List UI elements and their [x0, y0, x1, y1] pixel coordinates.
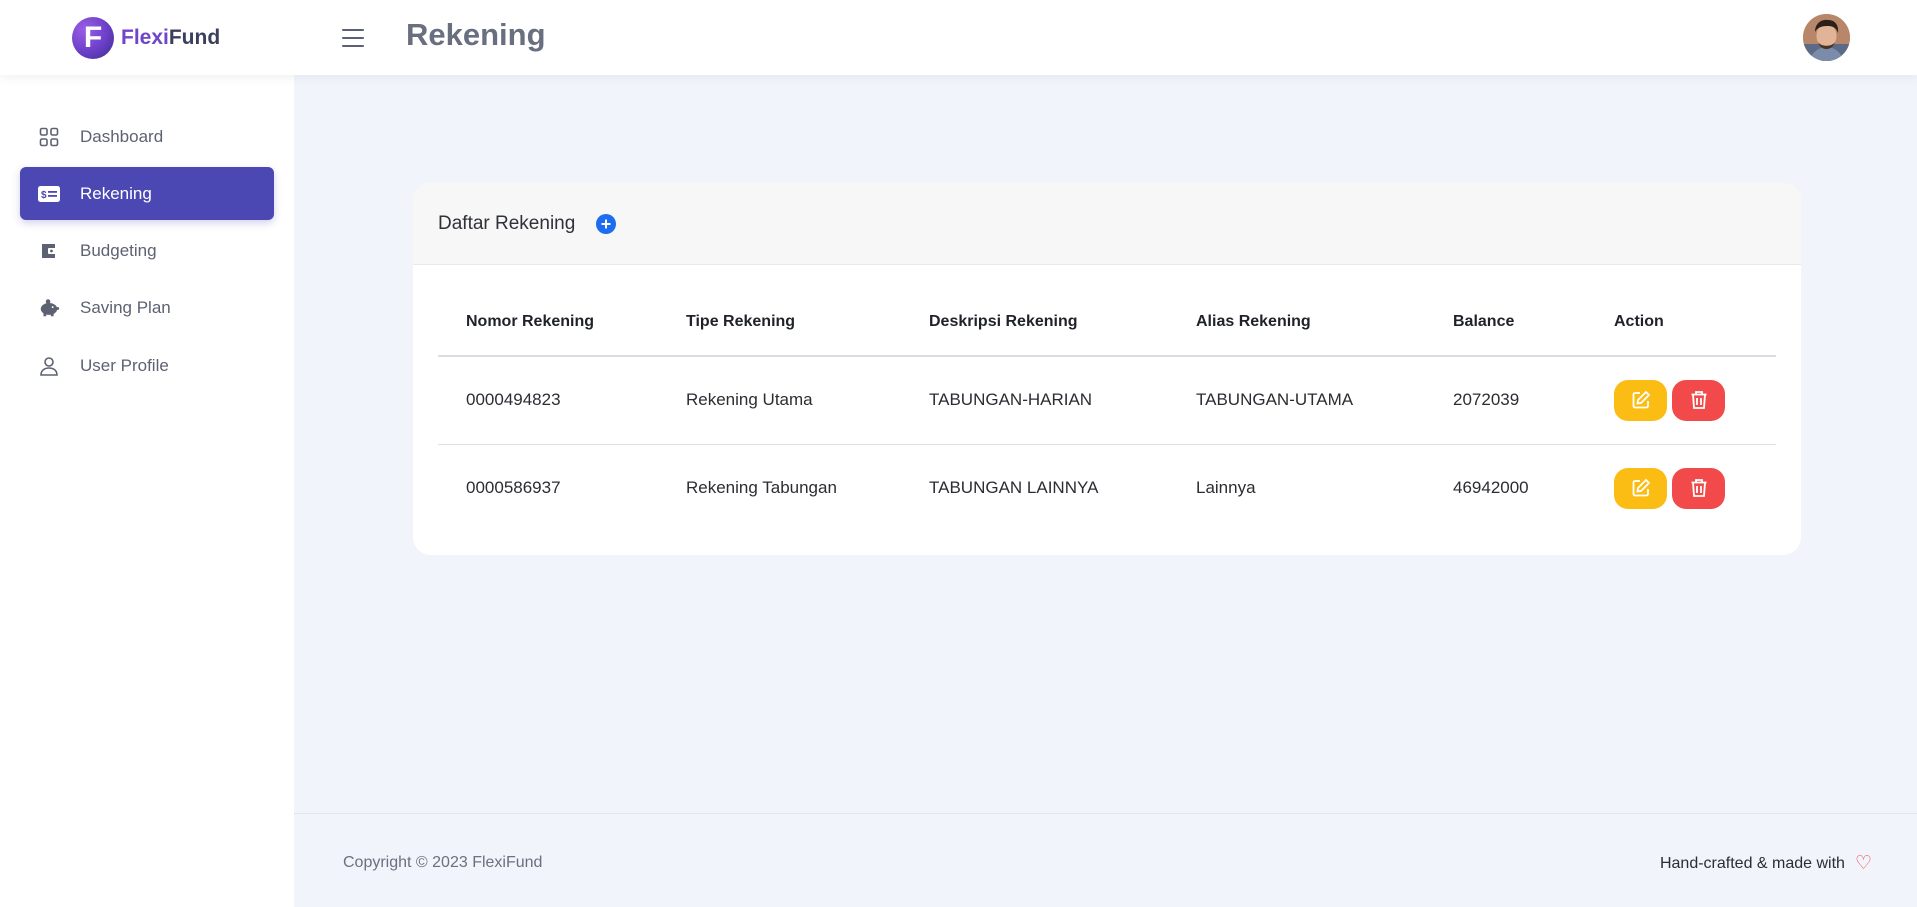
edit-button[interactable] [1614, 467, 1667, 509]
sidebar-item-rekening[interactable]: $ Rekening [20, 167, 274, 220]
footer: Copyright © 2023 FlexiFund Hand-crafted … [294, 813, 1917, 907]
edit-icon [1632, 478, 1650, 497]
column-header: Alias Rekening [1168, 289, 1425, 357]
cell-deskripsi: TABUNGAN LAINNYA [929, 478, 1099, 498]
cell-balance: 2072039 [1425, 356, 1586, 445]
column-header: Deskripsi Rekening [901, 289, 1168, 357]
sidebar-item-budgeting[interactable]: Budgeting [20, 224, 274, 277]
brand[interactable]: F FlexiFund [72, 17, 220, 59]
brand-logo: F [72, 17, 114, 59]
edit-icon [1632, 390, 1650, 409]
column-header: Tipe Rekening [658, 289, 901, 357]
rekening-table: Nomor Rekening Tipe Rekening Deskripsi R… [438, 289, 1776, 532]
table-row: 0000586937 Rekening Tabungan TABUNGAN LA… [438, 444, 1776, 532]
copyright-text: Copyright © 2023 FlexiFund [343, 854, 543, 871]
table-header-row: Nomor Rekening Tipe Rekening Deskripsi R… [438, 289, 1776, 357]
sidebar-item-label: Budgeting [80, 240, 157, 260]
cell-action [1586, 356, 1776, 445]
heart-icon: ♡ [1854, 853, 1872, 874]
table-row: 0000494823 Rekening Utama TABUNGAN-HARIA… [438, 356, 1776, 445]
column-header: Nomor Rekening [438, 289, 658, 357]
cell-alias: TABUNGAN-UTAMA [1168, 356, 1425, 445]
sidebar-item-label: User Profile [80, 355, 169, 375]
trash-icon [1691, 391, 1706, 410]
cell-nomor: 0000586937 [466, 478, 561, 498]
card-header: Daftar Rekening [413, 183, 1801, 265]
add-rekening-button[interactable] [596, 213, 617, 234]
sidebar-item-user-profile[interactable]: User Profile [20, 339, 274, 392]
piggy-bank-icon [38, 297, 60, 319]
plus-icon [601, 219, 611, 228]
user-icon [38, 355, 60, 377]
avatar[interactable] [1803, 14, 1850, 61]
cell-balance: 46942000 [1453, 478, 1529, 498]
cell-tipe: Rekening Utama [658, 356, 901, 445]
column-header: Action [1586, 289, 1776, 357]
sidebar: Dashboard $ Rekening Budgeting Saving Pl… [0, 75, 294, 907]
cell-alias: Lainnya [1196, 478, 1256, 498]
wallet-icon [38, 240, 60, 262]
top-bar: F FlexiFund Rekening [0, 0, 1917, 75]
sidebar-item-saving-plan[interactable]: Saving Plan [20, 281, 274, 334]
sidebar-item-dashboard[interactable]: Dashboard [20, 110, 274, 163]
trash-icon [1691, 479, 1706, 498]
sidebar-item-label: Rekening [80, 183, 152, 203]
edit-button[interactable] [1614, 379, 1667, 421]
made-with: Hand-crafted & made with ♡ [1660, 854, 1872, 873]
grid-icon [38, 126, 60, 148]
cell-deskripsi: TABUNGAN-HARIAN [901, 356, 1168, 445]
column-header: Balance [1425, 289, 1586, 357]
sidebar-item-label: Saving Plan [80, 297, 171, 317]
cell-action [1586, 444, 1776, 532]
card-title: Daftar Rekening [438, 212, 576, 234]
rekening-card: Daftar Rekening Nomor Rekening Tipe Reke… [413, 183, 1801, 555]
delete-button[interactable] [1672, 379, 1725, 421]
cell-nomor: 0000494823 [438, 356, 658, 445]
delete-button[interactable] [1672, 467, 1725, 509]
sidebar-item-label: Dashboard [80, 126, 164, 146]
brand-name-part2: Fund [168, 26, 221, 49]
brand-name: FlexiFund [121, 26, 220, 50]
money-card-icon: $ [38, 183, 60, 205]
brand-name-part1: Flexi [121, 26, 169, 49]
svg-text:$: $ [41, 190, 47, 201]
cell-tipe: Rekening Tabungan [686, 478, 837, 498]
made-with-text: Hand-crafted & made with [1659, 854, 1845, 872]
page-title: Rekening [406, 17, 546, 52]
menu-toggle-icon[interactable] [342, 29, 364, 47]
